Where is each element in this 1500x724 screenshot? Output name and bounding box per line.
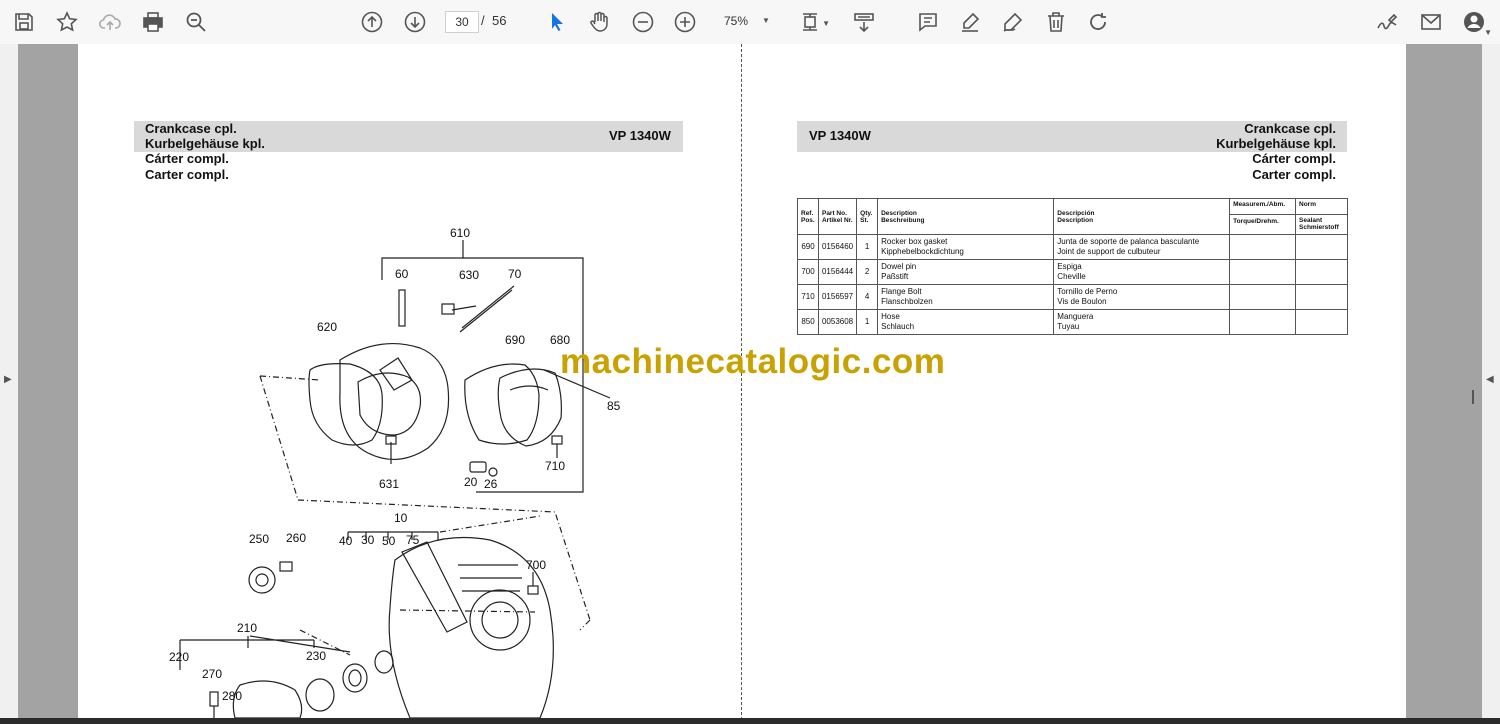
- left-header-line: Carter compl.: [145, 167, 229, 182]
- right-header-line: Kurbelgehäuse kpl.: [1216, 136, 1336, 151]
- callout-label: 690: [505, 333, 525, 347]
- right-header-line: Cárter compl.: [1252, 151, 1336, 166]
- callout-label: 270: [202, 667, 222, 681]
- callout-label: 850: [607, 399, 620, 413]
- right-header-line: Carter compl.: [1252, 167, 1336, 182]
- table-header-row: Ref. Pos. Part No. Artikel Nr. Qty. St. Des…: [797, 198, 1348, 235]
- email-icon[interactable]: [1417, 8, 1445, 36]
- watermark-text: machinecatalogic.com: [560, 342, 946, 381]
- rotate-icon[interactable]: [1084, 8, 1112, 36]
- zoom-search-icon[interactable]: [182, 8, 210, 36]
- callout-label: 40: [339, 534, 353, 548]
- callout-label: 30: [361, 533, 375, 547]
- left-header-line: Cárter compl.: [145, 151, 229, 166]
- save-icon[interactable]: [10, 8, 38, 36]
- arrow-up-circle-icon[interactable]: [358, 8, 386, 36]
- callout-label: 26: [484, 477, 498, 491]
- page-total: 56: [492, 13, 507, 28]
- right-model-label: VP 1340W: [809, 128, 871, 143]
- callout-label: 75: [406, 533, 420, 547]
- scroll-mode-icon[interactable]: [850, 8, 878, 36]
- callout-label: 710: [545, 459, 565, 473]
- page-fit-icon[interactable]: ▼: [796, 8, 830, 36]
- callout-label: 20: [464, 475, 478, 489]
- page-separator: /: [481, 13, 485, 28]
- cursor-arrow-icon[interactable]: [543, 8, 571, 36]
- minus-circle-icon[interactable]: [629, 8, 657, 36]
- star-icon[interactable]: [53, 8, 81, 36]
- bottom-edge: [0, 718, 1500, 724]
- callout-label: 280: [222, 689, 242, 703]
- callout-label: 220: [169, 650, 189, 664]
- sign-icon[interactable]: [1373, 8, 1401, 36]
- highlight-pen-icon[interactable]: [956, 8, 984, 36]
- table-row: 850 0053608 1 Hose Schlauch Manguera Tuyau: [797, 309, 1348, 335]
- zoom-value: 75%: [724, 14, 749, 28]
- callout-label: 50: [382, 534, 396, 548]
- col-descripcion: Descripción Description: [1053, 198, 1231, 235]
- left-header-line: Kurbelgehäuse kpl.: [145, 136, 265, 151]
- left-model-label: VP 1340W: [609, 128, 671, 143]
- chevron-down-icon: ▼: [762, 16, 770, 25]
- expand-right-panel-icon[interactable]: ◀: [1486, 374, 1494, 385]
- callout-label: 610: [450, 226, 470, 240]
- callout-label: 620: [317, 320, 337, 334]
- callout-label: 260: [286, 531, 306, 545]
- arrow-down-circle-icon[interactable]: [401, 8, 429, 36]
- callout-label: 230: [306, 649, 326, 663]
- col-part-no: Part No. Artikel Nr.: [817, 198, 858, 235]
- chevron-down-icon: ▼: [822, 19, 830, 28]
- zoom-select[interactable]: 75% ▼: [712, 11, 774, 31]
- callout-label: 630: [459, 268, 479, 282]
- callout-label: 10: [394, 511, 408, 525]
- draw-icon[interactable]: [999, 8, 1027, 36]
- col-measurement: Measurem./Abm. Torque/Drehm.: [1229, 198, 1296, 235]
- toolbar: 30 / 56 75% ▼ ▼ ▼: [0, 0, 1500, 45]
- col-qty: Qty. St.: [856, 198, 879, 235]
- col-norm: Norm Sealant Schmierstoff: [1295, 198, 1348, 235]
- callout-label: 70: [508, 267, 522, 281]
- chevron-down-icon: ▼: [1484, 28, 1492, 37]
- print-icon[interactable]: [139, 8, 167, 36]
- scroll-handle[interactable]: [1472, 390, 1474, 404]
- right-header-line: Crankcase cpl.: [1244, 121, 1336, 136]
- account-icon[interactable]: ▼: [1460, 8, 1492, 37]
- col-description: Description Beschreibung: [877, 198, 1055, 235]
- exploded-parts-diagram: 610 60 630 70 620 690 680 850 710 631 20…: [169, 226, 620, 718]
- callout-label: 250: [249, 532, 269, 546]
- callout-label: 60: [395, 267, 409, 281]
- comment-icon[interactable]: [914, 8, 942, 36]
- expand-left-panel-icon[interactable]: ▶: [4, 374, 12, 385]
- parts-table: Ref. Pos. Part No. Artikel Nr. Qty. St. Des…: [797, 198, 1348, 335]
- col-ref: Ref. Pos.: [797, 198, 819, 235]
- page-spread-divider: [741, 44, 742, 720]
- table-row: 690 0156460 1 Rocker box gasket Kipphebel…: [797, 234, 1348, 260]
- callout-label: 631: [379, 477, 399, 491]
- callout-label: 210: [237, 621, 257, 635]
- cloud-upload-icon[interactable]: [96, 8, 124, 36]
- left-header-line: Crankcase cpl.: [145, 121, 237, 136]
- table-row: 710 0156597 4 Flange Bolt Flanschbolzen T…: [797, 284, 1348, 310]
- table-row: 700 0156444 2 Dowel pin Paßstift Espiga Ch…: [797, 259, 1348, 285]
- callout-label: 700: [526, 558, 546, 572]
- page-number-input[interactable]: 30: [445, 11, 479, 33]
- hand-icon[interactable]: [585, 8, 613, 36]
- plus-circle-icon[interactable]: [671, 8, 699, 36]
- trash-icon[interactable]: [1042, 8, 1070, 36]
